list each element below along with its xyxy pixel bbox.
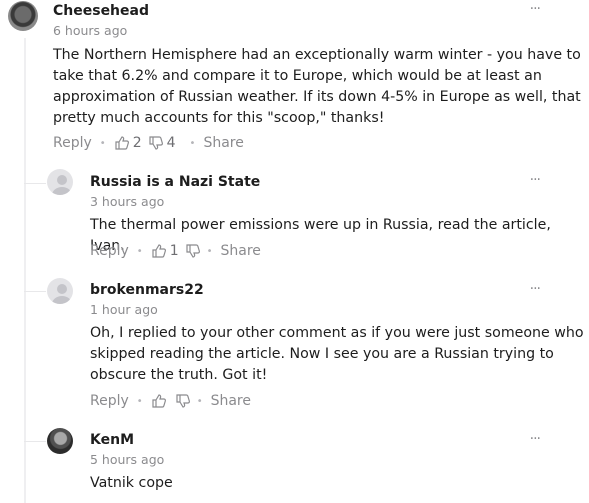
separator-dot: • [196,395,203,407]
thumbs-down-icon[interactable] [148,135,164,151]
avatar[interactable] [8,1,38,31]
timestamp[interactable]: 6 hours ago [53,23,127,38]
share-button[interactable]: Share [221,243,261,259]
share-button[interactable]: Share [211,393,251,409]
reply-connector [24,441,46,442]
author-name[interactable]: KenM [90,432,134,448]
avatar[interactable] [47,278,73,304]
thumbs-down-icon[interactable] [175,393,191,409]
share-button[interactable]: Share [203,135,243,151]
thread-line [24,38,26,503]
like-count: 2 [132,135,142,151]
thumbs-down-icon[interactable] [185,243,201,259]
reply-connector [24,291,46,292]
timestamp[interactable]: 3 hours ago [90,194,164,209]
more-dots-icon[interactable]: ··· [530,431,541,447]
thumbs-up-icon[interactable] [151,393,167,409]
like-count: 1 [169,243,179,259]
avatar[interactable] [47,428,73,454]
comment-text: The Northern Hemisphere had an exception… [53,45,581,129]
author-name[interactable]: brokenmars22 [90,282,204,298]
separator-dot: • [206,245,213,257]
more-dots-icon[interactable]: ··· [530,1,541,17]
thumbs-up-icon[interactable] [151,243,167,259]
reply-button[interactable]: Reply [53,135,92,151]
reply-connector [24,183,46,184]
dislike-count: 4 [166,135,176,151]
comment-text-line: approximation of Russian weather. If its… [53,89,581,105]
separator-dot: • [99,137,106,149]
comment-text-line: Vatnik cope [90,475,173,491]
comment-text: Oh, I replied to your other comment as i… [90,323,584,386]
author-name[interactable]: Cheesehead [53,3,149,19]
avatar[interactable] [47,169,73,195]
reply-button[interactable]: Reply [90,393,129,409]
comment-actions: Reply • 1 • Share [90,243,261,259]
timestamp[interactable]: 5 hours ago [90,452,164,467]
comment-actions: Reply • 2 4 • Share [53,135,244,151]
author-name[interactable]: Russia is a Nazi State [90,174,260,190]
separator-dot: • [136,395,143,407]
separator-dot: • [189,137,196,149]
comment-text-line: The Northern Hemisphere had an exception… [53,47,581,63]
more-dots-icon[interactable]: ··· [530,172,541,188]
comment-text: Vatnik cope [90,473,173,494]
reply-button[interactable]: Reply [90,243,129,259]
comment-text-line: Oh, I replied to your other comment as i… [90,325,584,341]
more-dots-icon[interactable]: ··· [530,281,541,297]
comment-text-line: skipped reading the article. Now I see y… [90,346,554,362]
comment-text-line: obscure the truth. Got it! [90,367,268,383]
comment-actions: Reply • • Share [90,393,251,409]
comment-text-line: take that 6.2% and compare it to Europe,… [53,68,542,84]
thumbs-up-icon[interactable] [114,135,130,151]
comment-text-line: pretty much accounts for this "scoop," t… [53,110,385,126]
timestamp[interactable]: 1 hour ago [90,302,158,317]
separator-dot: • [136,245,143,257]
